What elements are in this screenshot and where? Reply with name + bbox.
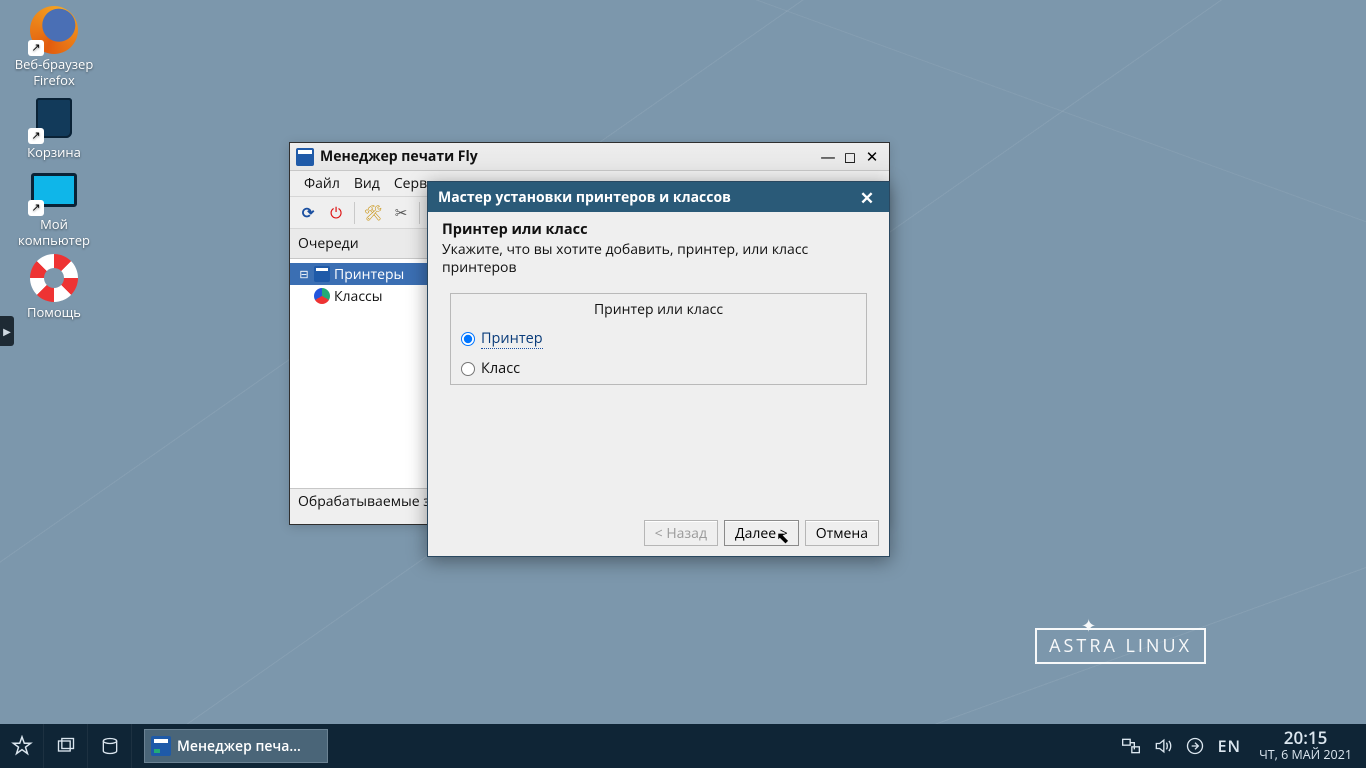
star-icon: ✦ xyxy=(1081,614,1096,638)
next-button[interactable]: Далее > xyxy=(724,520,799,546)
clock-date: ЧТ, 6 МАЙ 2021 xyxy=(1259,746,1352,763)
desktop-icons: ↗ Веб-браузерFirefox ↗ Корзина ↗ Мойкомп… xyxy=(4,6,104,326)
volume-tray-icon[interactable] xyxy=(1150,736,1176,756)
volume-icon xyxy=(1153,736,1173,756)
close-button[interactable]: ✕ xyxy=(861,147,883,167)
watermark-text: ASTRA LINUX xyxy=(1035,628,1206,664)
menu-file[interactable]: Файл xyxy=(298,172,346,195)
dialog-header: Принтер или класс Укажите, что вы хотите… xyxy=(428,212,889,287)
add-printer-wizard-dialog: Мастер установки принтеров и классов ✕ П… xyxy=(427,181,890,557)
refresh-button[interactable]: ⟳ xyxy=(296,201,320,225)
back-button: < Назад xyxy=(644,520,718,546)
radio-class-input[interactable] xyxy=(461,362,475,376)
window-title: Менеджер печати Fly xyxy=(320,147,817,166)
usb-tray-icon[interactable] xyxy=(1182,736,1208,756)
printer-app-icon xyxy=(296,148,314,166)
desktop-icon-label: Мойкомпьютер xyxy=(4,216,104,248)
titlebar[interactable]: Менеджер печати Fly — ◻ ✕ xyxy=(290,143,889,171)
disk-icon xyxy=(100,736,120,756)
toolbar-separator xyxy=(354,202,355,224)
radio-printer-input[interactable] xyxy=(461,332,475,346)
group-title: Принтер или класс xyxy=(451,294,866,325)
radio-class[interactable]: Класс xyxy=(451,355,866,384)
star-icon xyxy=(11,735,33,757)
printer-or-class-group: Принтер или класс Принтер Класс xyxy=(450,293,867,385)
tree-label: Классы xyxy=(334,287,383,306)
cut-button[interactable]: ✂ xyxy=(389,201,413,225)
toolbar-separator xyxy=(419,202,420,224)
window-list-button[interactable] xyxy=(44,724,88,768)
printers-icon xyxy=(314,266,330,282)
trash-icon: ↗ xyxy=(30,94,78,142)
dialog-titlebar[interactable]: Мастер установки принтеров и классов ✕ xyxy=(428,182,889,212)
radio-class-label: Класс xyxy=(481,359,520,378)
classes-icon xyxy=(314,288,330,304)
desktop-icon-help[interactable]: Помощь xyxy=(4,254,104,320)
taskbar-tray: EN 20:15 ЧТ, 6 МАЙ 2021 xyxy=(1118,724,1366,768)
file-manager-button[interactable] xyxy=(88,724,132,768)
stop-button[interactable]: ⏻ xyxy=(324,201,348,225)
cancel-button[interactable]: Отмена xyxy=(805,520,879,546)
dialog-heading: Принтер или класс xyxy=(442,220,875,239)
desktop-icon-firefox[interactable]: ↗ Веб-браузерFirefox xyxy=(4,6,104,88)
taskbar-left xyxy=(0,724,132,768)
taskbar-item-label: Менеджер печа… xyxy=(177,737,301,756)
clock[interactable]: 20:15 ЧТ, 6 МАЙ 2021 xyxy=(1251,729,1360,763)
shortcut-badge-icon: ↗ xyxy=(28,40,44,56)
collapse-icon: ⊟ xyxy=(298,267,310,282)
help-icon xyxy=(30,254,78,302)
dialog-close-button[interactable]: ✕ xyxy=(855,186,879,209)
dialog-subheading: Укажите, что вы хотите добавить, принтер… xyxy=(442,241,875,277)
windows-icon xyxy=(56,736,76,756)
clock-time: 20:15 xyxy=(1259,729,1352,746)
desktop-icon-computer[interactable]: ↗ Мойкомпьютер xyxy=(4,166,104,248)
firefox-icon: ↗ xyxy=(30,6,78,54)
keyboard-layout-indicator[interactable]: EN xyxy=(1214,735,1245,757)
panel-expand-handle[interactable]: ▶ xyxy=(0,316,14,346)
network-tray-icon[interactable] xyxy=(1118,736,1144,756)
desktop-icon-trash[interactable]: ↗ Корзина xyxy=(4,94,104,160)
minimize-button[interactable]: — xyxy=(817,147,839,167)
radio-printer[interactable]: Принтер xyxy=(451,325,866,355)
tree-label: Принтеры xyxy=(334,265,404,284)
network-icon xyxy=(1121,736,1141,756)
printer-app-icon xyxy=(151,736,171,756)
dialog-buttons: < Назад Далее > Отмена xyxy=(644,520,879,546)
astra-linux-watermark: ✦ ASTRA LINUX xyxy=(1035,628,1206,664)
taskbar-item-print-manager[interactable]: Менеджер печа… xyxy=(144,729,328,763)
shortcut-badge-icon: ↗ xyxy=(28,200,44,216)
desktop-icon-label: Корзина xyxy=(4,144,104,160)
sync-icon xyxy=(1185,736,1205,756)
settings-button[interactable]: 🛠 xyxy=(361,201,385,225)
start-menu-button[interactable] xyxy=(0,724,44,768)
desktop-icon-label: Веб-браузерFirefox xyxy=(4,56,104,88)
taskbar: Менеджер печа… EN 20:15 ЧТ, 6 МАЙ 2021 xyxy=(0,724,1366,768)
maximize-button[interactable]: ◻ xyxy=(839,147,861,167)
shortcut-badge-icon: ↗ xyxy=(28,128,44,144)
menu-view[interactable]: Вид xyxy=(348,172,386,195)
radio-printer-label: Принтер xyxy=(481,329,543,349)
desktop-icon-label: Помощь xyxy=(4,304,104,320)
computer-icon: ↗ xyxy=(30,166,78,214)
dialog-title: Мастер установки принтеров и классов xyxy=(438,188,731,207)
